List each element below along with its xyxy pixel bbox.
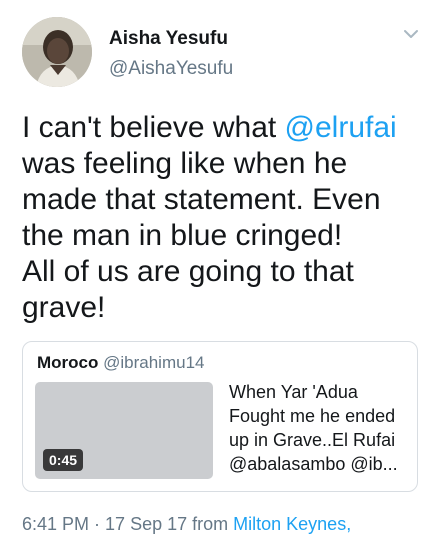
quoted-author-name: Moroco xyxy=(37,353,99,372)
tweet-text-part: All of us are going to that grave! xyxy=(22,255,354,324)
tweet-meta: 6:41 PM · 17 Sep 17 from Milton Keynes, xyxy=(22,514,351,535)
tweet-date: 17 Sep 17 xyxy=(105,514,188,534)
avatar[interactable] xyxy=(22,17,92,87)
mention-link[interactable]: @elrufai xyxy=(285,111,397,144)
tweet-text-part: was feeling like when he made that state… xyxy=(22,147,381,252)
tweet-text-part: I can't believe what xyxy=(22,111,285,144)
video-thumbnail[interactable]: 0:45 xyxy=(35,382,213,479)
profile-photo xyxy=(22,17,92,87)
tweet-text: I can't believe what @elrufai was feelin… xyxy=(22,110,427,326)
author-name[interactable]: Aisha Yesufu xyxy=(109,28,228,50)
chevron-down-icon[interactable] xyxy=(401,27,421,41)
quoted-author-handle: @ibrahimu14 xyxy=(103,353,205,372)
quoted-tweet[interactable]: Moroco @ibrahimu14 0:45 When Yar 'Adua F… xyxy=(22,341,418,492)
tweet-time: 6:41 PM xyxy=(22,514,90,534)
quoted-tweet-header: Moroco @ibrahimu14 xyxy=(37,353,205,373)
quoted-tweet-text: When Yar 'Adua Fought me he ended up in … xyxy=(229,382,398,474)
tweet-card: Aisha Yesufu @AishaYesufu I can't believ… xyxy=(0,0,439,545)
location-link[interactable]: Milton Keynes, xyxy=(233,514,351,534)
video-duration-badge: 0:45 xyxy=(43,449,84,471)
meta-from: from xyxy=(187,514,234,534)
meta-separator: · xyxy=(89,514,106,534)
author-handle[interactable]: @AishaYesufu xyxy=(109,58,233,80)
